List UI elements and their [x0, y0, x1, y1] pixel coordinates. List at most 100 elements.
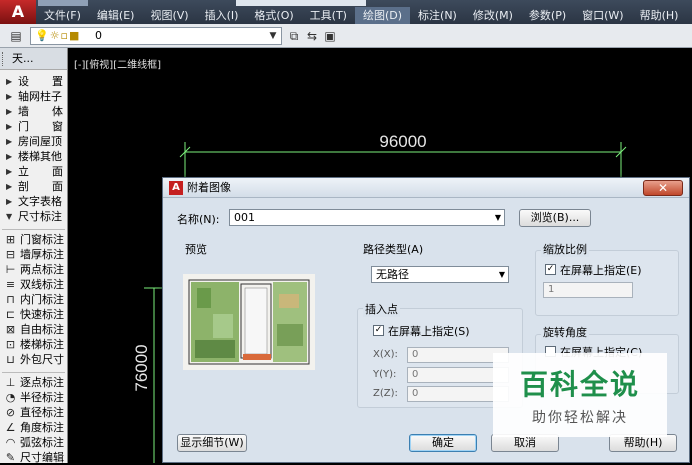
menu-parametric[interactable]: 参数(P): [521, 7, 574, 24]
layer-state-icons: 💡☼▫■: [35, 29, 81, 42]
menu-view[interactable]: 视图(V): [142, 7, 196, 24]
menu-modify[interactable]: 修改(M): [465, 7, 521, 24]
menu-edit[interactable]: 编辑(E): [89, 7, 143, 24]
door-window-dim-icon: ⊞: [5, 233, 16, 246]
menu-dimension[interactable]: 标注(N): [410, 7, 465, 24]
panel-category[interactable]: ▶ 房间屋顶: [0, 134, 67, 149]
rotation-label: 旋转角度: [541, 324, 589, 340]
tool-radius-dim[interactable]: ◔ 半径标注: [0, 390, 67, 405]
menu-bar: 文件(F) 编辑(E) 视图(V) 插入(I) 格式(O) 工具(T) 绘图(D…: [36, 7, 692, 24]
tool-inner-door-dim[interactable]: ⊓ 内门标注: [0, 292, 67, 307]
dialog-title: 附着图像: [187, 181, 231, 194]
path-type-dropdown[interactable]: 无路径 ▼: [371, 266, 509, 283]
name-dropdown[interactable]: 001 ▼: [229, 209, 505, 226]
menu-draw[interactable]: 绘图(D): [354, 7, 411, 24]
panel-category[interactable]: ▶ 轴网柱子: [0, 89, 67, 104]
panel-category[interactable]: ▶ 立面: [0, 164, 67, 179]
tool-free-dim[interactable]: ⊠ 自由标注: [0, 322, 67, 337]
divider: [2, 226, 65, 230]
x-label: X(X):: [373, 349, 398, 360]
tool-wall-thickness-dim[interactable]: ⊟ 墙厚标注: [0, 247, 67, 262]
menu-help[interactable]: 帮助(H): [632, 7, 687, 24]
panel-category[interactable]: ▶ 设置: [0, 74, 67, 89]
triangle-right-icon: ▶: [6, 197, 13, 206]
tool-double-line-dim[interactable]: ≡ 双线标注: [0, 277, 67, 292]
menu-insert[interactable]: 插入(I): [197, 7, 247, 24]
insert-on-screen-label: 在屏幕上指定(S): [388, 325, 470, 338]
triangle-right-icon: ▶: [6, 182, 13, 191]
triangle-right-icon: ▶: [6, 122, 13, 131]
tool-point-by-point-dim[interactable]: ⊥ 逐点标注: [0, 375, 67, 390]
layer-previous-icon[interactable]: ⇆: [304, 28, 320, 44]
image-preview: [183, 274, 315, 370]
grip-handle-icon[interactable]: [2, 52, 6, 66]
name-label: 名称(N):: [177, 213, 220, 226]
inner-door-dim-icon: ⊓: [6, 293, 15, 306]
show-details-button[interactable]: 显示细节(W): [177, 434, 247, 452]
tool-angle-dim[interactable]: ∠ 角度标注: [0, 420, 67, 435]
app-logo-icon[interactable]: A: [0, 0, 36, 24]
menu-tools[interactable]: 工具(T): [302, 7, 355, 24]
tool-outer-dim[interactable]: ⊔ 外包尺寸: [0, 352, 67, 367]
menu-file[interactable]: 文件(F): [36, 7, 89, 24]
double-line-dim-icon: ≡: [5, 278, 16, 291]
chevron-down-icon: ▼: [498, 270, 505, 279]
layer-toolbar: ▤ 💡☼▫■ 0 ▼ ⧉ ⇆ ▣: [0, 24, 692, 48]
insert-point-label: 插入点: [363, 301, 400, 317]
angle-dim-icon: ∠: [5, 421, 16, 434]
menu-window[interactable]: 窗口(W): [574, 7, 631, 24]
layer-manager-icon[interactable]: ▤: [8, 28, 24, 44]
divider: [2, 369, 65, 373]
panel-category-expanded[interactable]: ▼ 尺寸标注: [0, 209, 67, 224]
triangle-right-icon: ▶: [6, 167, 13, 176]
diameter-dim-icon: ⊘: [5, 406, 16, 419]
free-dim-icon: ⊠: [5, 323, 16, 336]
layer-state-icon[interactable]: ▣: [322, 28, 338, 44]
tool-arc-chord-dim[interactable]: ◠ 弧弦标注: [0, 435, 67, 450]
chevron-down-icon: ▼: [269, 31, 277, 41]
stair-dim-icon: ⊡: [5, 338, 16, 351]
triangle-right-icon: ▶: [6, 107, 13, 116]
close-icon: ✕: [657, 181, 669, 195]
panel-title[interactable]: 天...: [0, 48, 67, 70]
panel-category[interactable]: ▶ 剖面: [0, 179, 67, 194]
make-current-layer-icon[interactable]: ⧉: [286, 28, 302, 44]
window-title-area: [236, 0, 366, 6]
dimension-text-horizontal: 96000: [379, 132, 426, 151]
panel-category[interactable]: ▶ 文字表格: [0, 194, 67, 209]
dialog-titlebar[interactable]: A 附着图像 ✕: [163, 178, 689, 198]
scale-field[interactable]: 1: [543, 282, 633, 298]
radius-dim-icon: ◔: [5, 391, 16, 404]
tool-stair-dim[interactable]: ⊡ 楼梯标注: [0, 337, 67, 352]
two-point-dim-icon: ⊢: [5, 263, 16, 276]
path-type-label: 路径类型(A): [363, 243, 424, 256]
title-menu-bar: A 文件(F) 编辑(E) 视图(V) 插入(I) 格式(O) 工具(T) 绘图…: [0, 0, 692, 24]
preview-label: 预览: [185, 243, 207, 256]
triangle-down-icon: ▼: [6, 212, 13, 221]
dimension-text-vertical: 76000: [132, 344, 151, 391]
arc-chord-dim-icon: ◠: [5, 436, 16, 449]
tool-diameter-dim[interactable]: ⊘ 直径标注: [0, 405, 67, 420]
scale-on-screen-checkbox[interactable]: ✓: [545, 264, 556, 275]
chevron-down-icon: ▼: [494, 213, 501, 222]
layer-dropdown[interactable]: 💡☼▫■ 0 ▼: [30, 27, 282, 45]
ok-button[interactable]: 确定: [409, 434, 477, 452]
watermark-sub: 助你轻松解决: [532, 410, 628, 426]
panel-category[interactable]: ▶ 楼梯其他: [0, 149, 67, 164]
tool-door-window-dim[interactable]: ⊞ 门窗标注: [0, 232, 67, 247]
y-label: Y(Y):: [373, 369, 397, 380]
point-dim-icon: ⊥: [5, 376, 16, 389]
quick-dim-icon: ⊏: [5, 308, 16, 321]
scale-on-screen-label: 在屏幕上指定(E): [560, 264, 642, 277]
insert-on-screen-checkbox[interactable]: ✓: [373, 325, 384, 336]
panel-category[interactable]: ▶ 门窗: [0, 119, 67, 134]
tool-quick-dim[interactable]: ⊏ 快速标注: [0, 307, 67, 322]
panel-category[interactable]: ▶ 墙体: [0, 104, 67, 119]
browse-button[interactable]: 浏览(B)...: [519, 209, 591, 227]
menu-format[interactable]: 格式(O): [246, 7, 301, 24]
viewport-label[interactable]: [-][俯视][二维线框]: [74, 56, 161, 71]
close-button[interactable]: ✕: [643, 180, 683, 196]
z-label: Z(Z):: [373, 388, 398, 399]
quick-access-toolbar[interactable]: [38, 0, 88, 6]
tool-two-point-dim[interactable]: ⊢ 两点标注: [0, 262, 67, 277]
